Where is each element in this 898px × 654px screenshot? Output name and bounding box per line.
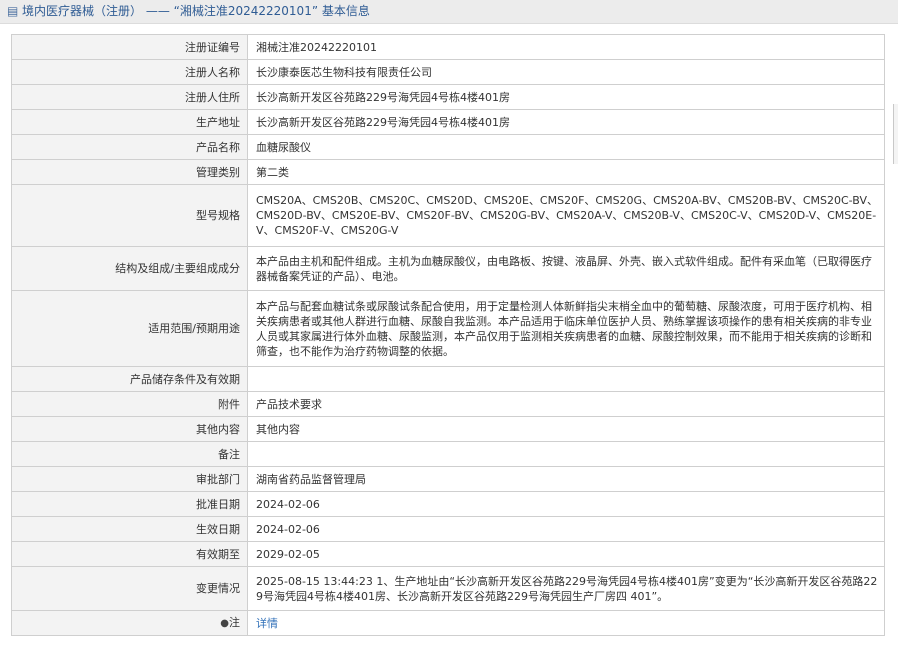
row-value: 长沙高新开发区谷苑路229号海凭园4号栋4楼401房: [247, 109, 885, 135]
row-value: 产品技术要求: [247, 391, 885, 417]
document-icon: ▤: [7, 4, 19, 18]
row-value: 血糖尿酸仪: [247, 134, 885, 160]
table-row: 其他内容 其他内容: [11, 416, 885, 442]
row-value: 本产品由主机和配件组成。主机为血糖尿酸仪，由电路板、按键、液晶屏、外壳、嵌入式软…: [247, 246, 885, 291]
row-value: 第二类: [247, 159, 885, 185]
row-label: 审批部门: [11, 466, 248, 492]
note-label-text: 注: [229, 616, 240, 629]
row-value: 2029-02-05: [247, 541, 885, 567]
row-label: 产品名称: [11, 134, 248, 160]
row-value: 2025-08-15 13:44:23 1、生产地址由“长沙高新开发区谷苑路22…: [247, 566, 885, 611]
table-row: 产品名称 血糖尿酸仪: [11, 134, 885, 160]
table-row: 结构及组成/主要组成成分 本产品由主机和配件组成。主机为血糖尿酸仪，由电路板、按…: [11, 246, 885, 291]
row-value: 湘械注准20242220101: [247, 34, 885, 60]
row-value: [247, 441, 885, 467]
scrollbar[interactable]: [893, 104, 898, 164]
row-label: 注册证编号: [11, 34, 248, 60]
table-row: 审批部门 湖南省药品监督管理局: [11, 466, 885, 492]
table-row: 产品储存条件及有效期: [11, 366, 885, 392]
row-label: 有效期至: [11, 541, 248, 567]
row-label: 注册人住所: [11, 84, 248, 110]
row-value: 2024-02-06: [247, 491, 885, 517]
page-header: ▤ 境内医疗器械（注册） —— “湘械注准20242220101” 基本信息: [0, 0, 898, 24]
table-row: 生效日期 2024-02-06: [11, 516, 885, 542]
row-label: 变更情况: [11, 566, 248, 611]
row-label: 生产地址: [11, 109, 248, 135]
table-row: 管理类别 第二类: [11, 159, 885, 185]
row-label: 批准日期: [11, 491, 248, 517]
table-row: 型号规格 CMS20A、CMS20B、CMS20C、CMS20D、CMS20E、…: [11, 184, 885, 247]
table-row: 附件 产品技术要求: [11, 391, 885, 417]
note-icon: ●: [220, 618, 229, 629]
row-value: 长沙康泰医芯生物科技有限责任公司: [247, 59, 885, 85]
table-row: 变更情况 2025-08-15 13:44:23 1、生产地址由“长沙高新开发区…: [11, 566, 885, 611]
table-row: 注册人住所 长沙高新开发区谷苑路229号海凭园4号栋4楼401房: [11, 84, 885, 110]
table-row: 批准日期 2024-02-06: [11, 491, 885, 517]
row-value: 长沙高新开发区谷苑路229号海凭园4号栋4楼401房: [247, 84, 885, 110]
row-label: 适用范围/预期用途: [11, 290, 248, 367]
row-label: 注册人名称: [11, 59, 248, 85]
note-label: ●注: [11, 610, 248, 636]
row-value: [247, 366, 885, 392]
row-label: 备注: [11, 441, 248, 467]
table-row: 有效期至 2029-02-05: [11, 541, 885, 567]
table-row: 生产地址 长沙高新开发区谷苑路229号海凭园4号栋4楼401房: [11, 109, 885, 135]
table-row: 注册人名称 长沙康泰医芯生物科技有限责任公司: [11, 59, 885, 85]
details-link[interactable]: 详情: [256, 617, 278, 630]
row-label: 其他内容: [11, 416, 248, 442]
table-row: ●注 详情: [11, 610, 885, 636]
row-label: 附件: [11, 391, 248, 417]
page-title: 境内医疗器械（注册） —— “湘械注准20242220101” 基本信息: [22, 4, 370, 18]
row-label: 结构及组成/主要组成成分: [11, 246, 248, 291]
row-value: 其他内容: [247, 416, 885, 442]
row-value: 本产品与配套血糖试条或尿酸试条配合使用，用于定量检测人体新鲜指尖末梢全血中的葡萄…: [247, 290, 885, 367]
row-label: 产品储存条件及有效期: [11, 366, 248, 392]
row-label: 管理类别: [11, 159, 248, 185]
table-row: 备注: [11, 441, 885, 467]
table-row: 注册证编号 湘械注准20242220101: [11, 34, 885, 60]
note-value: 详情: [247, 610, 885, 636]
row-label: 生效日期: [11, 516, 248, 542]
row-value: 湖南省药品监督管理局: [247, 466, 885, 492]
info-table: 注册证编号 湘械注准20242220101 注册人名称 长沙康泰医芯生物科技有限…: [11, 34, 885, 636]
row-value: 2024-02-06: [247, 516, 885, 542]
row-value: CMS20A、CMS20B、CMS20C、CMS20D、CMS20E、CMS20…: [247, 184, 885, 247]
row-label: 型号规格: [11, 184, 248, 247]
table-row: 适用范围/预期用途 本产品与配套血糖试条或尿酸试条配合使用，用于定量检测人体新鲜…: [11, 290, 885, 367]
